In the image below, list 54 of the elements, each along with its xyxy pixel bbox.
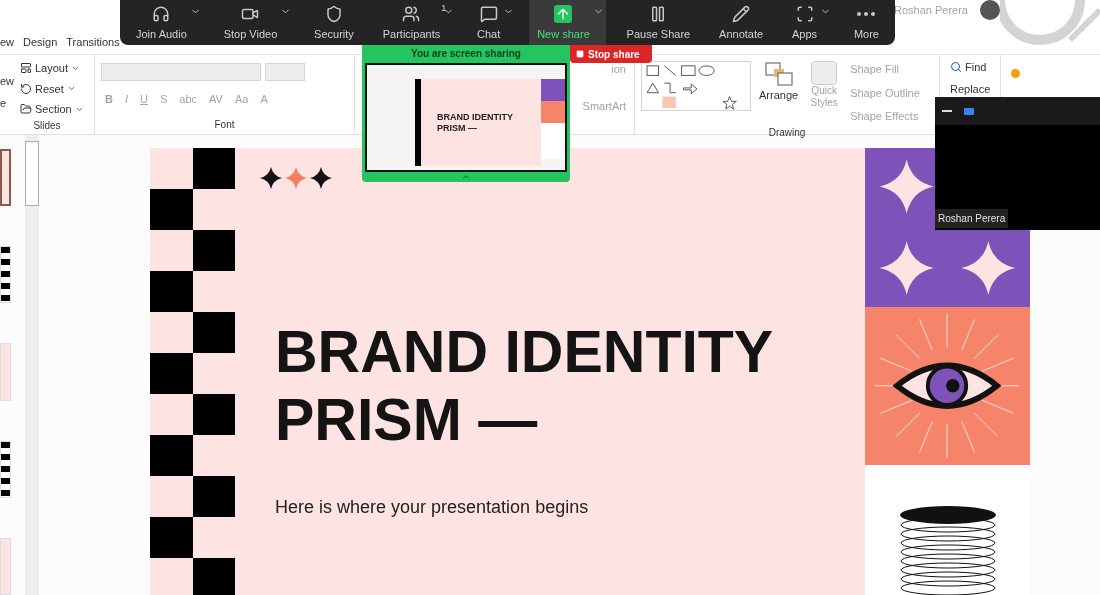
new-slide-button[interactable]: ew	[0, 72, 20, 89]
font-size-field[interactable]	[265, 63, 305, 81]
account-name: Roshan Perera	[894, 2, 968, 18]
toolbar-button[interactable]: Join Audio	[128, 0, 203, 45]
ribbon-button[interactable]: Layout	[20, 60, 84, 77]
scrollbar[interactable]	[25, 135, 39, 595]
ribbon-tab[interactable]: Transitions	[66, 33, 120, 50]
toolbar-button[interactable]: Pause Share	[618, 0, 699, 45]
shield-icon	[325, 4, 343, 23]
slide-title: BRAND IDENTITY PRISM —	[275, 318, 774, 454]
toolbar-button[interactable]: More	[845, 0, 887, 45]
arrange-icon	[763, 61, 794, 87]
group-label: Drawing	[767, 125, 807, 140]
toolbar-button[interactable]: New share	[529, 0, 606, 45]
people-icon	[402, 4, 421, 23]
find-button[interactable]: Find	[950, 59, 991, 76]
toolbar-button[interactable]: Participants 1	[374, 0, 457, 45]
ribbon-icon	[20, 62, 32, 75]
ribbon-button[interactable]: Reset	[20, 80, 84, 97]
headphones-icon	[152, 4, 171, 23]
search-icon	[950, 61, 962, 74]
more-icon	[857, 11, 876, 16]
toolbar-button[interactable]: Chat	[469, 0, 517, 45]
toolbar-button[interactable]: Stop Video	[215, 0, 294, 45]
font-name-field[interactable]	[101, 63, 261, 81]
slide-subtitle: Here is where your presentation begins	[275, 496, 590, 519]
window-icon[interactable]	[964, 107, 974, 115]
toolbar-button[interactable]: Apps	[784, 0, 834, 45]
speech-bubble-icon	[479, 4, 498, 23]
scrollbar-thumb[interactable]	[25, 141, 39, 206]
toolbar-button[interactable]: Annotate	[711, 0, 772, 45]
pencil-icon	[732, 4, 751, 23]
ribbon-button[interactable]: Section	[20, 101, 84, 118]
preview-title: BRAND IDENTITY PRISM —	[437, 111, 514, 134]
new-slide-caret[interactable]: e	[0, 95, 20, 112]
participant-name: Roshan Perera	[935, 209, 1009, 228]
shapes-gallery[interactable]	[641, 61, 751, 111]
group-label: Slides	[32, 118, 62, 133]
group-label: Font	[213, 118, 236, 132]
scan-icon	[795, 4, 814, 23]
quick-styles-icon	[811, 61, 838, 85]
collapse-icon	[461, 172, 471, 182]
slide-thumbnail[interactable]	[0, 149, 11, 207]
stop-share-button[interactable]: Stop share	[570, 45, 652, 63]
ribbon-icon	[20, 103, 32, 116]
ribbon-tab[interactable]: Design	[23, 33, 58, 50]
replace-button[interactable]: Replace	[950, 80, 991, 97]
ribbon-icon	[20, 82, 32, 95]
toolbar-button[interactable]: Security	[306, 0, 362, 45]
participant-count: 1	[441, 2, 447, 15]
avatar[interactable]	[980, 0, 1000, 20]
ribbon-tab[interactable]: ew	[0, 33, 15, 50]
share-status: You are screen sharing	[410, 47, 522, 61]
stop-icon	[576, 50, 584, 58]
